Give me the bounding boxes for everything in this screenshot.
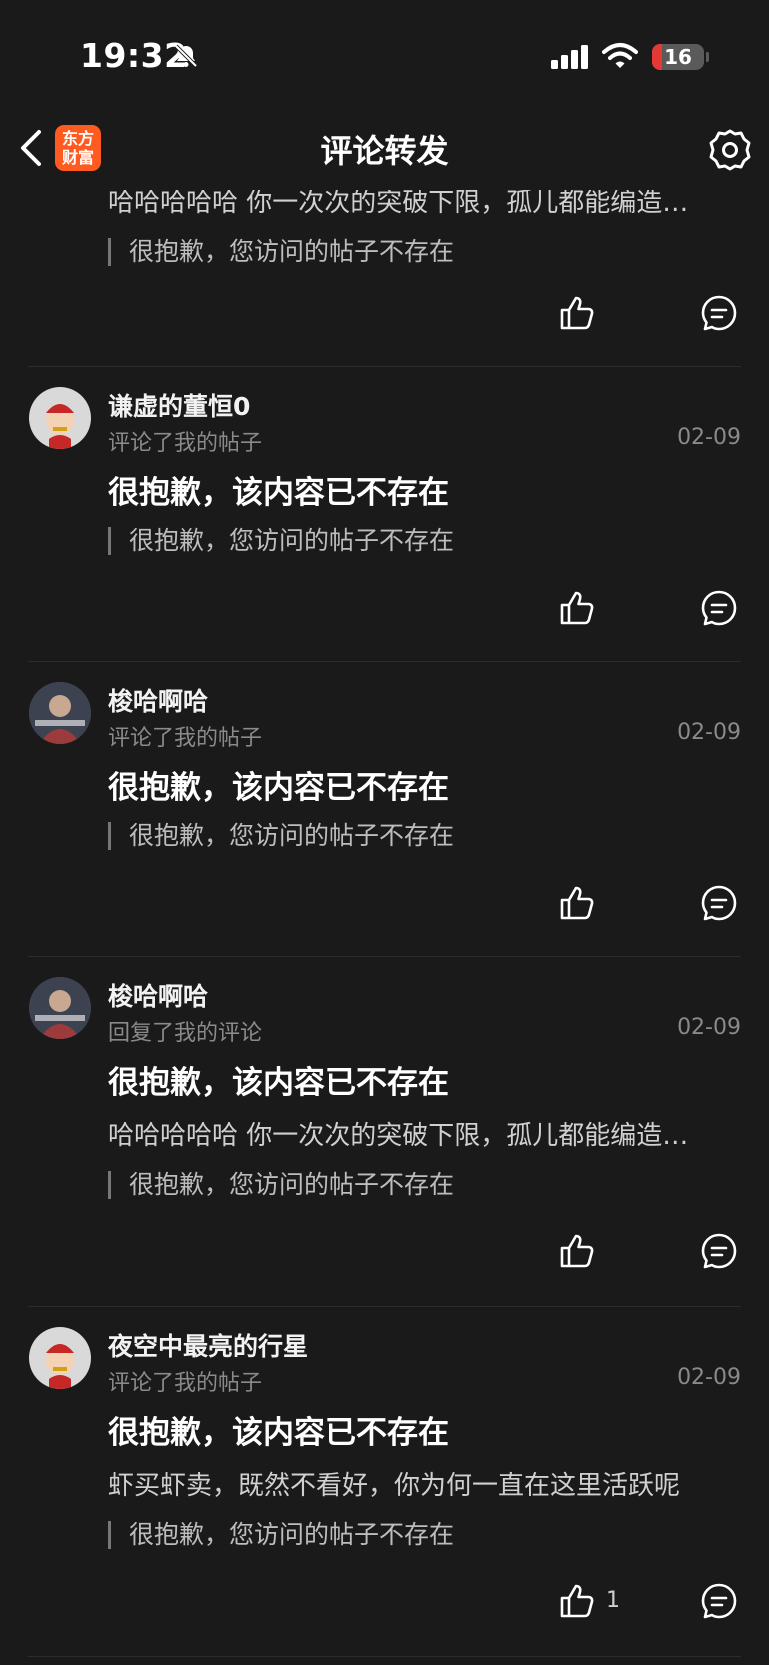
battery-indicator: 16 xyxy=(652,44,704,70)
thumbs-up-icon[interactable] xyxy=(558,589,596,627)
list-item[interactable]: 哈哈哈哈哈 你一次次的突破下限，孤儿都能编造… 很抱歉，您访问的帖子不存在 xyxy=(28,188,741,367)
list-item[interactable]: 谦虚的董恒0 评论了我的帖子 02-09 很抱歉，该内容已不存在 很抱歉，您访问… xyxy=(28,367,741,662)
comment-content: 很抱歉，该内容已不存在 xyxy=(108,1065,449,1101)
date: 02-09 xyxy=(677,720,741,745)
gear-icon[interactable] xyxy=(708,128,752,172)
username[interactable]: 梭哈啊哈 xyxy=(108,977,208,1013)
status-bar: 19:32 16 xyxy=(0,0,769,110)
list-item[interactable]: 梭哈啊哈 回复了我的评论 02-09 很抱歉，该内容已不存在 哈哈哈哈哈 你一次… xyxy=(28,957,741,1307)
date: 02-09 xyxy=(677,425,741,450)
action-text: 回复了我的评论 xyxy=(108,1021,263,1046)
action-text: 评论了我的帖子 xyxy=(108,431,263,456)
wifi-icon xyxy=(602,43,638,68)
username[interactable]: 谦虚的董恒0 xyxy=(108,387,250,423)
reply-text: 虾买虾卖，既然不看好，你为何一直在这里活跃呢 xyxy=(108,1471,681,1501)
action-text: 评论了我的帖子 xyxy=(108,726,263,751)
notification-list: 哈哈哈哈哈 你一次次的突破下限，孤儿都能编造… 很抱歉，您访问的帖子不存在 谦虚… xyxy=(0,188,769,1657)
avatar[interactable] xyxy=(29,1327,91,1389)
page-title: 评论转发 xyxy=(320,132,449,170)
avatar[interactable] xyxy=(29,682,91,744)
quoted-post[interactable]: 很抱歉，您访问的帖子不存在 xyxy=(108,822,454,850)
thumbs-up-icon[interactable] xyxy=(558,294,596,332)
comment-content: 很抱歉，该内容已不存在 xyxy=(108,1415,449,1451)
comment-bubble-icon[interactable] xyxy=(700,1232,738,1270)
quoted-post[interactable]: 很抱歉，您访问的帖子不存在 xyxy=(108,238,454,266)
reply-text: 哈哈哈哈哈 你一次次的突破下限，孤儿都能编造… xyxy=(108,1121,689,1151)
cellular-signal-icon xyxy=(551,45,588,69)
username[interactable]: 夜空中最亮的行星 xyxy=(108,1327,308,1363)
avatar[interactable] xyxy=(29,387,91,449)
like-count: 1 xyxy=(606,1588,620,1613)
list-item[interactable]: 梭哈啊哈 评论了我的帖子 02-09 很抱歉，该内容已不存在 很抱歉，您访问的帖… xyxy=(28,662,741,957)
comment-content: 很抱歉，该内容已不存在 xyxy=(108,770,449,806)
username[interactable]: 梭哈啊哈 xyxy=(108,682,208,718)
action-text: 评论了我的帖子 xyxy=(108,1371,263,1396)
date: 02-09 xyxy=(677,1365,741,1390)
bell-slash-icon xyxy=(174,44,198,68)
thumbs-up-icon[interactable] xyxy=(558,1232,596,1270)
quoted-post[interactable]: 很抱歉，您访问的帖子不存在 xyxy=(108,1171,454,1199)
comment-bubble-icon[interactable] xyxy=(700,1582,738,1620)
comment-content: 很抱歉，该内容已不存在 xyxy=(108,475,449,511)
quoted-post[interactable]: 很抱歉，您访问的帖子不存在 xyxy=(108,1521,454,1549)
nav-bar: 东方 财富 评论转发 xyxy=(0,110,769,190)
battery-percent: 16 xyxy=(664,45,692,69)
comment-bubble-icon[interactable] xyxy=(700,294,738,332)
quoted-post[interactable]: 很抱歉，您访问的帖子不存在 xyxy=(108,527,454,555)
list-item[interactable]: 夜空中最亮的行星 评论了我的帖子 02-09 很抱歉，该内容已不存在 虾买虾卖，… xyxy=(28,1307,741,1657)
thumbs-up-icon[interactable] xyxy=(558,1582,596,1620)
thumbs-up-icon[interactable] xyxy=(558,884,596,922)
comment-bubble-icon[interactable] xyxy=(700,589,738,627)
date: 02-09 xyxy=(677,1015,741,1040)
avatar[interactable] xyxy=(29,977,91,1039)
comment-bubble-icon[interactable] xyxy=(700,884,738,922)
